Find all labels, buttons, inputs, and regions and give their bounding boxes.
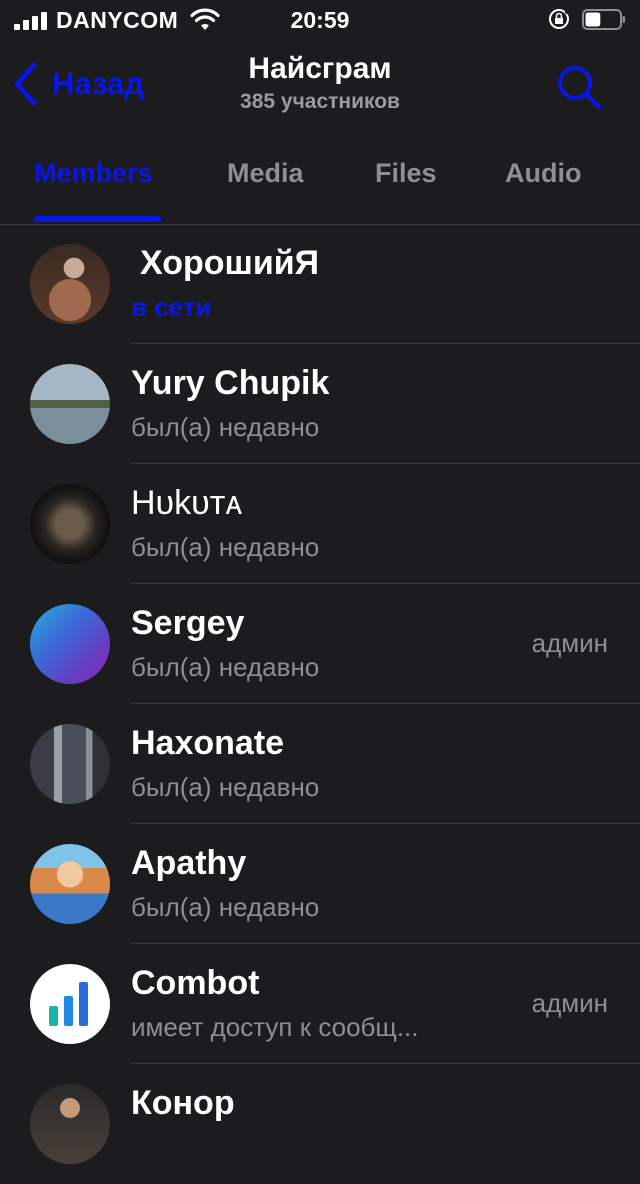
avatar <box>30 724 110 804</box>
tab-bar: Members Media Files Audio <box>0 128 640 225</box>
member-status: был(а) недавно <box>131 412 320 442</box>
member-status: был(а) недавно <box>131 772 320 802</box>
list-item[interactable]: Конор <box>0 1064 640 1184</box>
avatar <box>30 964 110 1044</box>
member-list: ХорошийЯ в сети Yury Chupik был(а) недав… <box>0 224 640 1184</box>
list-item[interactable]: Apathy был(а) недавно <box>0 824 640 944</box>
tab-files[interactable]: Files <box>375 158 437 189</box>
member-role: админ <box>531 988 608 1018</box>
member-name: ХорошийЯ <box>140 244 320 282</box>
tab-media[interactable]: Media <box>227 158 304 189</box>
avatar <box>30 364 110 444</box>
status-bar: DANYCOM 20:59 <box>0 0 640 40</box>
avatar <box>30 604 110 684</box>
list-item[interactable]: Yury Chupik был(а) недавно <box>0 344 640 464</box>
list-item[interactable]: Sergey был(а) недавно админ <box>0 584 640 704</box>
member-status: был(а) недавно <box>131 652 320 682</box>
member-name: Sergey <box>131 604 245 642</box>
participants-count: 385 участников <box>240 90 400 113</box>
member-status: имеет доступ к сообщ... <box>131 1012 419 1042</box>
tab-members[interactable]: Members <box>34 158 153 189</box>
member-status: был(а) недавно <box>131 532 320 562</box>
tab-audio[interactable]: Audio <box>505 158 581 189</box>
avatar <box>30 484 110 564</box>
navigation-bar: Назад Найсграм 385 участников <box>0 40 640 128</box>
status-time: 20:59 <box>290 7 350 33</box>
orientation-lock-icon <box>549 8 570 29</box>
avatar <box>30 1084 110 1164</box>
avatar <box>30 244 110 324</box>
member-role: админ <box>531 628 608 658</box>
member-status: был(а) недавно <box>131 892 320 922</box>
active-tab-indicator <box>34 216 161 222</box>
list-item[interactable]: Haxonate был(а) недавно <box>0 704 640 824</box>
bar-chart-icon <box>49 982 88 1026</box>
member-status: в сети <box>131 292 212 322</box>
battery-icon <box>582 9 625 30</box>
list-item[interactable]: Hυkυтᴀ был(а) недавно <box>0 464 640 584</box>
member-name: Haxonate <box>131 724 285 762</box>
search-icon[interactable] <box>554 62 604 112</box>
avatar <box>30 844 110 924</box>
member-name: Конор <box>131 1084 235 1122</box>
member-name: Yury Chupik <box>131 364 330 402</box>
member-name: Apathy <box>131 844 247 882</box>
member-name: Combot <box>131 964 260 1002</box>
member-name: Hυkυтᴀ <box>131 484 243 522</box>
page-title: Найсграм <box>248 52 392 85</box>
list-item[interactable]: Combot имеет доступ к сообщ... админ <box>0 944 640 1064</box>
list-item[interactable]: ХорошийЯ в сети <box>0 224 640 344</box>
